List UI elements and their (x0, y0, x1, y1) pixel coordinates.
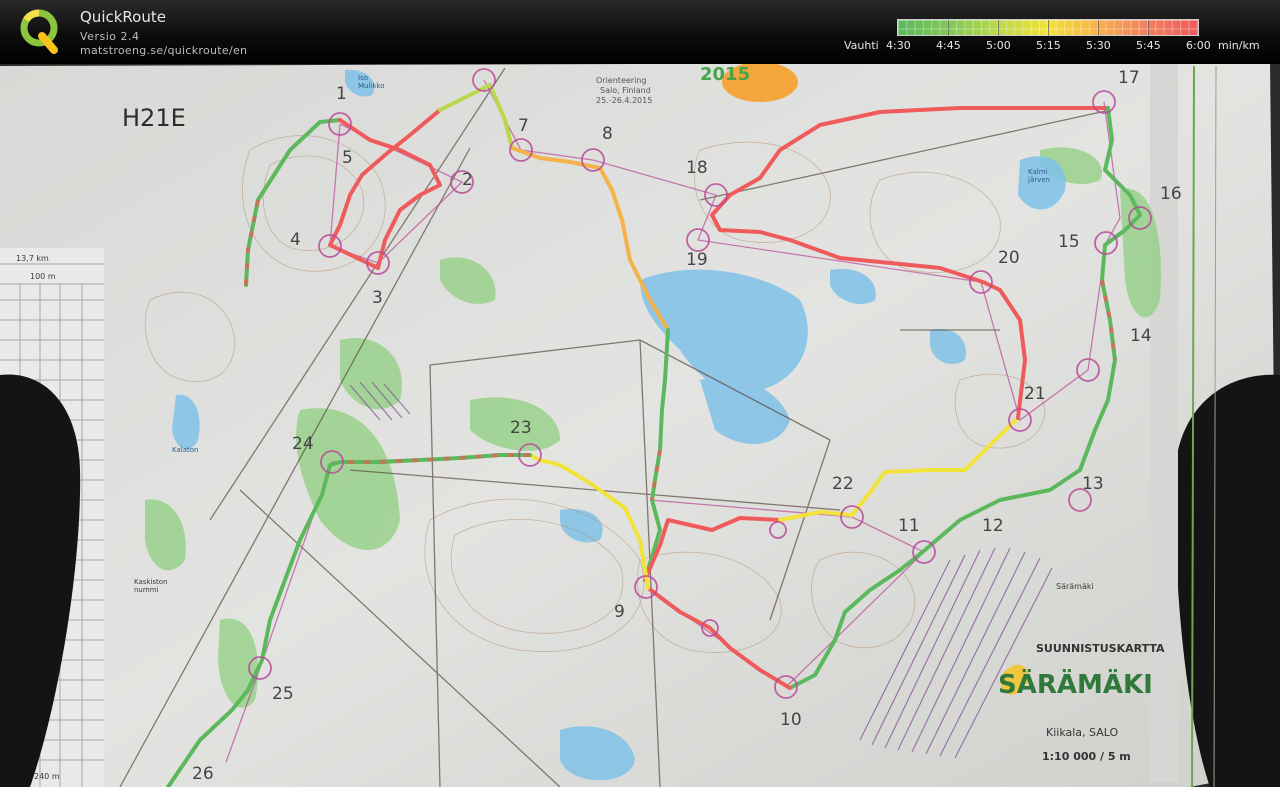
control-number: 22 (832, 474, 854, 494)
lake-label: Kalaton (172, 446, 199, 454)
control-number: 19 (686, 250, 708, 270)
pace-scale-tick (1048, 20, 1049, 36)
lake-label: Kalmi järven (1028, 168, 1050, 184)
pace-tick-label: 5:45 (1136, 39, 1161, 52)
app-title: QuickRoute (80, 8, 166, 26)
scale-card-distance: 13,7 km (16, 254, 49, 263)
control-number: 2 (462, 170, 473, 190)
scale-card-bottom: 240 m (34, 772, 60, 781)
pace-tick-label: 4:45 (936, 39, 961, 52)
map-name-label: SÄRÄMÄKI (998, 670, 1153, 700)
pace-tick-label: 5:15 (1036, 39, 1061, 52)
control-number: 18 (686, 158, 708, 178)
pace-scale-labels: Vauhti 4:30 4:45 5:00 5:15 5:30 5:45 6:0… (0, 39, 1280, 53)
control-number: 25 (272, 684, 294, 704)
place-label: Särämäki (1056, 582, 1094, 591)
pace-tick-label: 6:00 (1186, 39, 1211, 52)
control-number: 24 (292, 434, 314, 454)
control-number: 9 (614, 602, 625, 622)
event-subtitle-3: 25.-26.4.2015 (596, 96, 653, 105)
app-header: QuickRoute Versio 2.4 matstroeng.se/quic… (0, 0, 1280, 64)
event-subtitle-1: Orienteering (596, 76, 647, 85)
map-scale-label: 1:10 000 / 5 m (1042, 750, 1131, 763)
pace-scale-tick (1098, 20, 1099, 36)
event-subtitle-2: Salo, Finland (600, 86, 651, 95)
map-location-label: Kiikala, SALO (1046, 726, 1119, 739)
class-label: H21E (122, 104, 186, 132)
pace-scale-tick (998, 20, 999, 36)
control-number: 11 (898, 516, 920, 536)
control-number: 8 (602, 124, 613, 144)
control-number: 20 (998, 248, 1020, 268)
pace-scale-tick (1148, 20, 1149, 36)
control-number: 23 (510, 418, 532, 438)
control-number: 15 (1058, 232, 1080, 252)
place-label: Kaskiston nummi (134, 578, 168, 594)
control-number: 10 (780, 710, 802, 730)
control-number: 26 (192, 764, 214, 784)
control-number: 16 (1160, 184, 1182, 204)
pace-tick-label: 4:30 (886, 39, 911, 52)
control-number: 7 (518, 116, 529, 136)
control-number: 21 (1024, 384, 1046, 404)
control-number: 13 (1082, 474, 1104, 494)
control-number: 14 (1130, 326, 1152, 346)
control-number: 3 (372, 288, 383, 308)
control-number: 17 (1118, 68, 1140, 88)
pace-scale-tick (948, 20, 949, 36)
pace-unit: min/km (1218, 39, 1260, 52)
pace-label: Vauhti (844, 39, 879, 52)
event-year: 2015 (700, 64, 751, 85)
map-canvas[interactable]: H21E 13,7 km 100 m 240 m 2015 Orienteeri… (0, 64, 1280, 787)
control-number: 5 (342, 148, 353, 168)
pace-tick-label: 5:30 (1086, 39, 1111, 52)
scale-card-bar: 100 m (30, 272, 56, 281)
control-number: 4 (290, 230, 301, 250)
lake-label: Iso Mulikko (358, 74, 385, 90)
map-type-label: SUUNNISTUSKARTTA (1036, 642, 1165, 655)
control-number: 12 (982, 516, 1004, 536)
control-number: 1 (336, 84, 347, 104)
pace-tick-label: 5:00 (986, 39, 1011, 52)
pace-color-scale (897, 19, 1199, 36)
